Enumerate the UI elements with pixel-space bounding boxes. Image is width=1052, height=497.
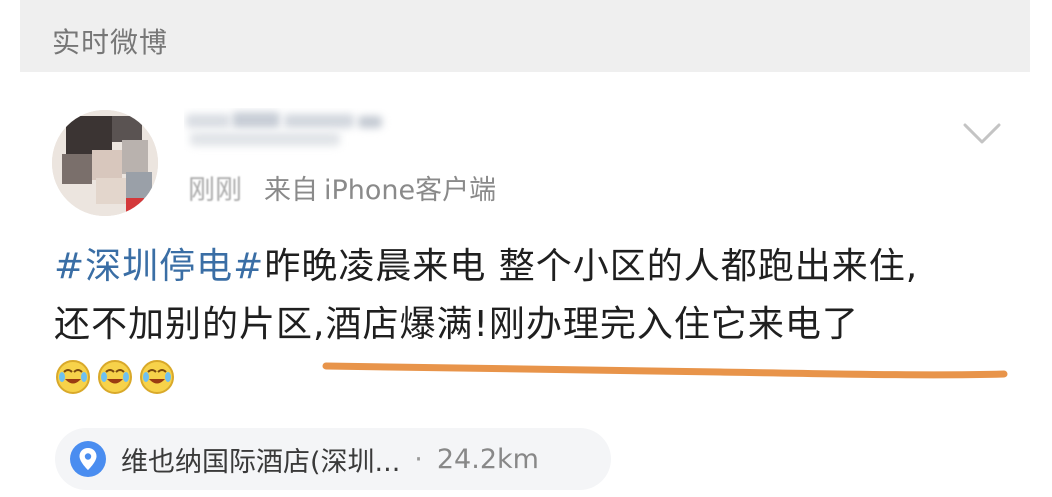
username-redacted[interactable] <box>184 108 404 156</box>
underline-annotation <box>322 362 1008 379</box>
location-separator: · <box>414 443 423 475</box>
location-pin-icon <box>70 441 106 477</box>
post-text-line-1-body: 昨晚凌晨来电 整个小区的人都跑出来住, <box>264 246 919 287</box>
laugh-cry-emoji-icon <box>140 360 174 394</box>
weibo-feed-screen: 实时微博 刚刚 来自 iPhone客户端 #深圳停电#昨晚凌晨来电 整个小区的人… <box>0 0 1052 497</box>
avatar[interactable] <box>52 110 158 216</box>
hashtag-link[interactable]: #深圳停电# <box>54 246 264 287</box>
section-header: 实时微博 <box>20 0 1030 72</box>
location-name: 维也纳国际酒店(深圳... <box>121 446 401 478</box>
post-text: #深圳停电#昨晚凌晨来电 整个小区的人都跑出来住, 还不加别的片区,酒店爆满!刚… <box>54 238 1014 354</box>
post-time: 刚刚 <box>188 175 242 206</box>
post-text-line-2: 还不加别的片区,酒店爆满!刚办理完入住它来电了 <box>54 304 859 345</box>
location-chip[interactable]: 维也纳国际酒店(深圳... · 24.2km <box>55 428 611 490</box>
laugh-cry-emoji-icon <box>56 360 90 394</box>
post-source: iPhone客户端 <box>324 175 497 206</box>
location-distance: 24.2km <box>436 443 539 475</box>
chevron-down-icon[interactable] <box>962 120 1002 148</box>
section-title: 实时微博 <box>52 26 169 59</box>
laugh-cry-emoji-icon <box>98 360 132 394</box>
emoji-row <box>54 358 176 396</box>
post-source-prefix: 来自 <box>264 175 318 206</box>
post-text-line-1: #深圳停电#昨晚凌晨来电 整个小区的人都跑出来住, <box>54 238 1014 296</box>
post-meta: 刚刚 来自 iPhone客户端 <box>188 168 496 207</box>
